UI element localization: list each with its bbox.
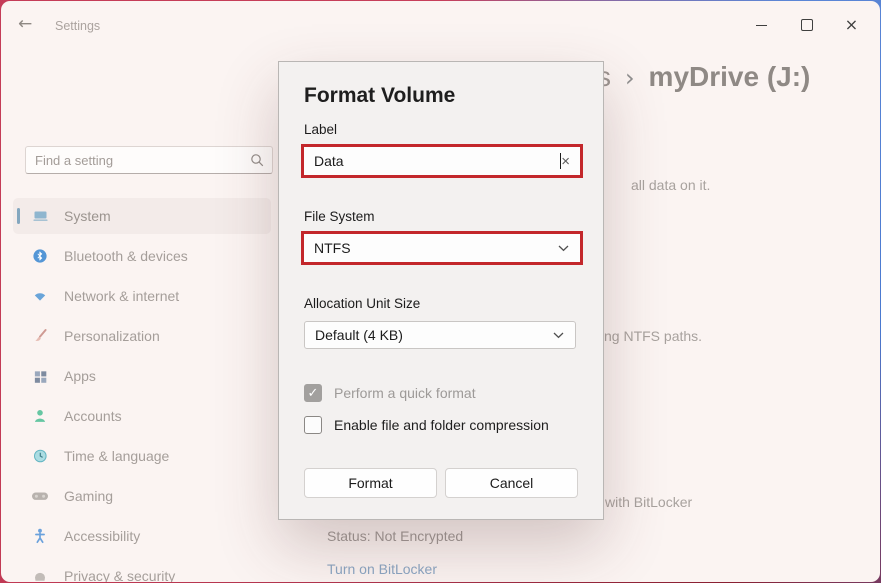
accessibility-icon — [31, 528, 49, 545]
sidebar-item-label: Apps — [64, 368, 96, 384]
cancel-button[interactable]: Cancel — [445, 468, 578, 498]
compression-checkbox-row[interactable]: Enable file and folder compression — [304, 416, 549, 434]
allocation-unit-value: Default (4 KB) — [305, 327, 553, 343]
dialog-title: Format Volume — [304, 84, 455, 108]
minimize-button[interactable] — [739, 11, 784, 39]
page-title: myDrive (J:) — [649, 61, 811, 93]
sidebar-item-label: Gaming — [64, 488, 113, 504]
back-button[interactable]: ← — [18, 14, 32, 34]
quick-format-checkbox-row: ✓ Perform a quick format — [304, 384, 476, 402]
turn-on-bitlocker-link[interactable]: Turn on BitLocker — [327, 561, 437, 577]
label-input-wrap: × — [304, 147, 580, 175]
sidebar-item-label: System — [64, 208, 111, 224]
label-input[interactable] — [304, 152, 562, 170]
file-system-dropdown[interactable]: NTFS — [304, 234, 580, 262]
clear-input-icon[interactable]: × — [561, 154, 570, 169]
system-icon — [31, 208, 49, 225]
sidebar-item-network-internet[interactable]: Network & internet — [13, 278, 271, 314]
sidebar-item-label: Personalization — [64, 328, 160, 344]
brush-icon — [31, 328, 49, 345]
window-controls: × — [739, 11, 874, 39]
minimize-icon — [756, 25, 767, 26]
selection-indicator — [17, 208, 20, 224]
bitlocker-status-text: Status: Not Encrypted — [327, 528, 463, 544]
sidebar-item-time-language[interactable]: Time & language — [13, 438, 271, 474]
background-text-fragment: ng NTFS paths. — [604, 328, 702, 344]
highlight-box-file-system: NTFS — [301, 231, 583, 265]
chevron-down-icon — [553, 332, 564, 339]
maximize-icon — [801, 19, 813, 31]
search-box[interactable] — [25, 146, 273, 174]
game-controller-icon — [31, 488, 49, 505]
sidebar-item-label: Privacy & security — [64, 568, 175, 582]
sidebar-item-personalization[interactable]: Personalization — [13, 318, 271, 354]
sidebar-item-accounts[interactable]: Accounts — [13, 398, 271, 434]
highlight-box-label: × — [301, 144, 583, 178]
sidebar-item-accessibility[interactable]: Accessibility — [13, 518, 271, 554]
file-system-value: NTFS — [304, 240, 558, 256]
quick-format-checkbox: ✓ — [304, 384, 322, 402]
compression-label: Enable file and folder compression — [334, 417, 549, 433]
clock-icon — [31, 448, 49, 465]
settings-window: ← Settings × System Bluetooth & devices — [1, 1, 880, 582]
search-icon — [250, 153, 264, 167]
sidebar-item-label: Bluetooth & devices — [64, 248, 188, 264]
sidebar-item-privacy-security[interactable]: Privacy & security — [13, 558, 271, 582]
background-text-fragment: with BitLocker — [605, 494, 692, 510]
chevron-down-icon — [558, 245, 569, 252]
sidebar-item-bluetooth-devices[interactable]: Bluetooth & devices — [13, 238, 271, 274]
chevron-right-icon: › — [625, 64, 635, 92]
bluetooth-icon — [31, 248, 49, 265]
close-icon: × — [845, 17, 858, 33]
allocation-unit-dropdown[interactable]: Default (4 KB) — [304, 321, 576, 349]
background-text-fragment: all data on it. — [631, 177, 710, 193]
wifi-icon — [31, 288, 49, 305]
sidebar-item-label: Time & language — [64, 448, 169, 464]
close-button[interactable]: × — [829, 11, 874, 39]
sidebar-item-system[interactable]: System — [13, 198, 271, 234]
file-system-label: File System — [304, 209, 375, 224]
apps-grid-icon — [31, 368, 49, 385]
sidebar-item-apps[interactable]: Apps — [13, 358, 271, 394]
sidebar-item-label: Accessibility — [64, 528, 140, 544]
search-input[interactable] — [26, 153, 250, 168]
privacy-hand-icon — [31, 568, 49, 583]
maximize-button[interactable] — [784, 11, 829, 39]
sidebar-item-gaming[interactable]: Gaming — [13, 478, 271, 514]
sidebar-item-label: Network & internet — [64, 288, 179, 304]
app-title: Settings — [55, 19, 100, 33]
person-icon — [31, 408, 49, 425]
quick-format-label: Perform a quick format — [334, 385, 476, 401]
sidebar-item-label: Accounts — [64, 408, 122, 424]
allocation-unit-label: Allocation Unit Size — [304, 296, 420, 311]
sidebar-nav: System Bluetooth & devices Network & int… — [13, 198, 271, 582]
format-button[interactable]: Format — [304, 468, 437, 498]
compression-checkbox[interactable] — [304, 416, 322, 434]
format-volume-dialog: Format Volume Label × File System NTFS A… — [278, 61, 604, 520]
label-field-label: Label — [304, 122, 337, 137]
